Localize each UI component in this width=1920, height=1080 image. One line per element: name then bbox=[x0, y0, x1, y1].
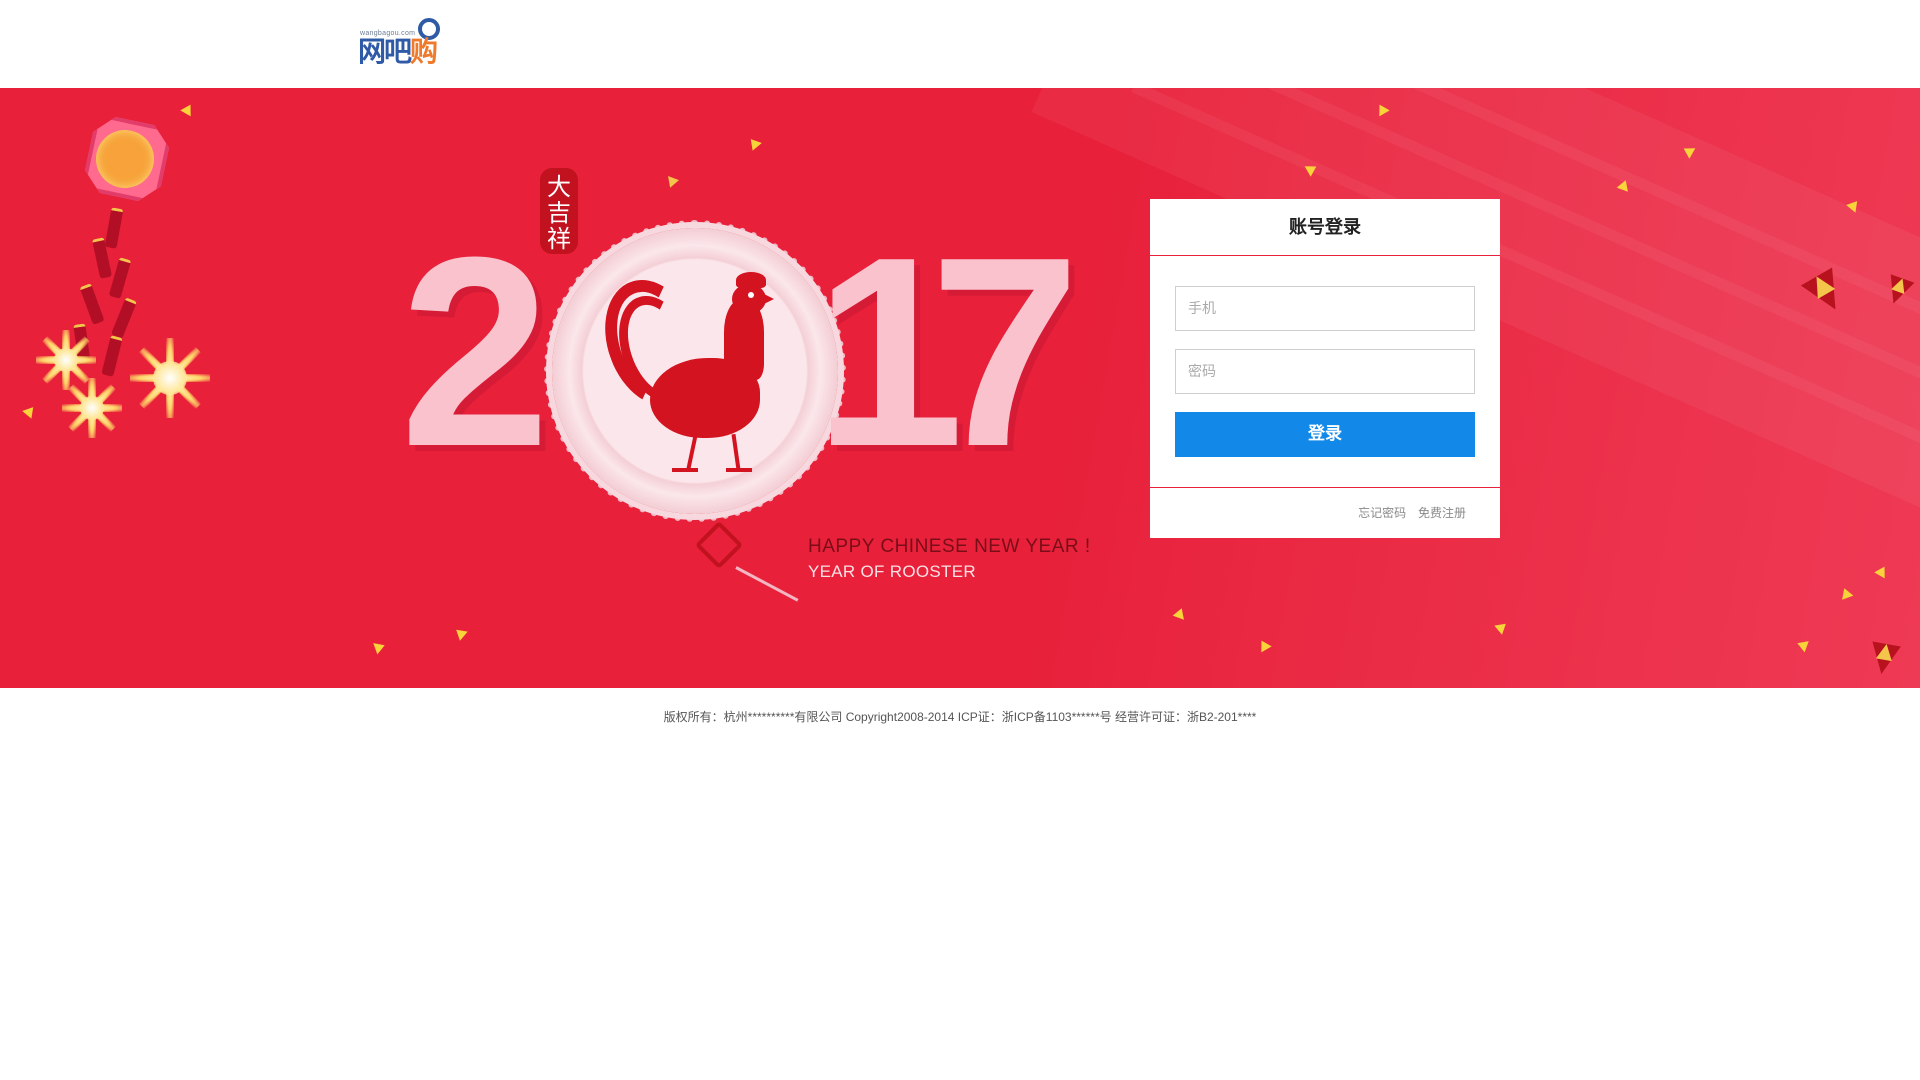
confetti-icon bbox=[452, 625, 468, 641]
copyright-text: 版权所有：杭州**********有限公司 Copyright2008-2014… bbox=[663, 710, 1257, 724]
confetti-icon bbox=[746, 135, 762, 151]
login-footer: 忘记密码 免费注册 bbox=[1150, 487, 1500, 538]
phone-input[interactable] bbox=[1175, 286, 1475, 331]
forgot-password-link[interactable]: 忘记密码 bbox=[1358, 506, 1406, 520]
register-link[interactable]: 免费注册 bbox=[1418, 506, 1466, 520]
year-digit-7: 7 bbox=[930, 202, 1081, 503]
logo-text-orange: 购 bbox=[410, 35, 438, 68]
new-year-banner: 大吉祥 2 1 7 HAPPY CHINESE NEW YEAR ! YEAR … bbox=[0, 88, 1920, 688]
rooster-foot bbox=[726, 468, 752, 472]
logo-text-blue: 网吧 bbox=[358, 35, 412, 68]
login-title: 账号登录 bbox=[1150, 199, 1500, 256]
confetti-icon bbox=[22, 403, 38, 419]
rooster-beak bbox=[764, 294, 774, 304]
year-digit-2: 2 bbox=[400, 202, 551, 503]
confetti-icon bbox=[373, 639, 387, 655]
rooster-foot bbox=[672, 468, 698, 472]
confetti-icon bbox=[1838, 586, 1854, 600]
confetti-icon bbox=[180, 101, 196, 117]
chinese-knot-icon bbox=[694, 520, 744, 570]
login-panel: 账号登录 登录 忘记密码 免费注册 bbox=[1150, 199, 1500, 538]
rooster-comb bbox=[736, 272, 766, 288]
knot-tassel bbox=[735, 566, 799, 602]
confetti-icon bbox=[668, 174, 680, 188]
top-header: wangbagou.com 网吧 购 bbox=[0, 0, 1920, 88]
rooster-head bbox=[732, 284, 766, 314]
greeting-line-2: YEAR OF ROOSTER bbox=[808, 562, 976, 581]
greeting-line-1: HAPPY CHINESE NEW YEAR ! bbox=[808, 536, 1091, 557]
confetti-icon bbox=[1874, 563, 1890, 579]
confetti-icon bbox=[1172, 606, 1188, 620]
rooster-eye bbox=[748, 292, 754, 298]
gold-ingot-icon bbox=[1867, 641, 1901, 677]
confetti-icon bbox=[1494, 619, 1510, 635]
login-button[interactable]: 登录 bbox=[1175, 412, 1475, 457]
site-logo[interactable]: wangbagou.com 网吧 购 bbox=[358, 16, 478, 72]
password-input[interactable] bbox=[1175, 349, 1475, 394]
confetti-icon bbox=[1795, 637, 1809, 653]
confetti-icon bbox=[1256, 637, 1272, 653]
